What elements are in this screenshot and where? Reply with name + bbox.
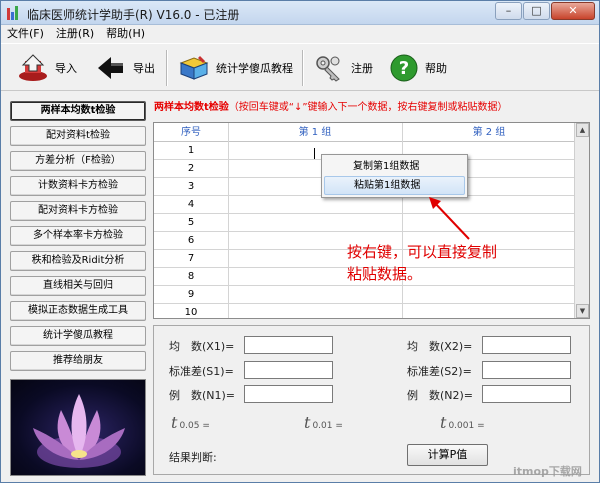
- input-hint: （按回车键或“↓”键输入下一个数据，按右键复制或粘贴数据）: [228, 102, 508, 113]
- mean1-field[interactable]: [244, 336, 333, 354]
- menu-bar: 文件(F) 注册(R) 帮助(H): [1, 25, 599, 43]
- export-button[interactable]: 导出: [95, 50, 155, 86]
- grid-scrollbar[interactable]: ▲ ▼: [574, 123, 589, 318]
- tutorial-button[interactable]: 统计学傻瓜教程: [178, 50, 293, 86]
- row-index: 1: [187, 145, 195, 156]
- column-header-group1: 第 1 组: [228, 123, 402, 142]
- table-row[interactable]: 10: [154, 304, 576, 318]
- copy-group1-menu-item[interactable]: 复制第1组数据: [324, 157, 465, 176]
- export-icon: [98, 57, 123, 79]
- nav-paired-chi-square[interactable]: 配对资料卡方检验: [10, 201, 146, 221]
- register-button[interactable]: 注册: [313, 50, 373, 86]
- section-heading: 两样本均数t检验（按回车键或“↓”键输入下一个数据，按右键复制或粘贴数据）: [154, 98, 590, 115]
- column-header-index: 序号: [154, 123, 228, 142]
- column-header-group2: 第 2 组: [402, 123, 576, 142]
- site-watermark: itmop下载网: [513, 465, 582, 478]
- scroll-down-icon[interactable]: ▼: [576, 304, 589, 318]
- table-row[interactable]: 5: [154, 214, 576, 232]
- export-label: 导出: [133, 62, 155, 75]
- row-index: 4: [187, 199, 195, 210]
- t0001-label: t 0.001 =: [440, 413, 485, 432]
- nav-chi-square[interactable]: 计数资料卡方检验: [10, 176, 146, 196]
- app-icon: [7, 6, 21, 20]
- nav-correlation-regression[interactable]: 直线相关与回归: [10, 276, 146, 296]
- title-bar[interactable]: 临床医师统计学助手(R) V16.0 - 已注册 – □ ✕: [1, 1, 599, 25]
- annotation-text: 按右键，可以直接复制 粘贴数据。: [347, 241, 497, 285]
- scroll-up-icon[interactable]: ▲: [576, 123, 589, 137]
- table-row[interactable]: 9: [154, 286, 576, 304]
- close-button[interactable]: ✕: [551, 2, 595, 20]
- menu-help[interactable]: 帮助(H): [100, 25, 151, 43]
- menu-file[interactable]: 文件(F): [1, 25, 50, 43]
- result-label: 结果判断:: [169, 451, 217, 464]
- row-index: 8: [187, 271, 195, 282]
- import-icon: [19, 54, 47, 81]
- row-index: 6: [187, 235, 195, 246]
- t005-label: t 0.05 =: [171, 413, 210, 432]
- mean2-label: 均 数(X2)=: [407, 340, 473, 353]
- annotation-arrow-icon: [429, 197, 470, 240]
- book-icon: [179, 56, 209, 80]
- row-index: 10: [184, 307, 198, 318]
- help-button[interactable]: ? 帮助: [389, 50, 447, 86]
- n2-label: 例 数(N2)=: [407, 389, 474, 402]
- mean1-label: 均 数(X1)=: [169, 340, 235, 353]
- sd1-field[interactable]: [244, 361, 333, 379]
- sd2-label: 标准差(S2)=: [407, 365, 472, 378]
- test-nav-panel: 两样本均数t检验 配对资料t检验 方差分析（F检验） 计数资料卡方检验 配对资料…: [10, 98, 146, 371]
- toolbar: 导入 导出 统计学傻瓜教程 注册 ? 帮助: [1, 43, 599, 91]
- nav-tutorial[interactable]: 统计学傻瓜教程: [10, 326, 146, 346]
- tutorial-label: 统计学傻瓜教程: [216, 62, 293, 75]
- annotation-line-2: 粘贴数据。: [347, 265, 423, 283]
- t001-label: t 0.01 =: [304, 413, 343, 432]
- text-cursor: [314, 148, 315, 159]
- window-controls: – □ ✕: [494, 2, 595, 21]
- nav-normal-data-generator[interactable]: 模拟正态数据生成工具: [10, 301, 146, 321]
- maximize-button[interactable]: □: [523, 2, 550, 20]
- toolbar-separator: [166, 50, 168, 86]
- annotation-line-1: 按右键，可以直接复制: [347, 243, 498, 261]
- minimize-button[interactable]: –: [495, 2, 522, 20]
- lotus-image: [10, 379, 146, 476]
- n2-field[interactable]: [482, 385, 571, 403]
- nav-paired-t-test[interactable]: 配对资料t检验: [10, 126, 146, 146]
- sd1-label: 标准差(S1)=: [169, 365, 234, 378]
- row-index: 5: [187, 217, 195, 228]
- nav-recommend[interactable]: 推荐给朋友: [10, 351, 146, 371]
- window-title: 临床医师统计学助手(R) V16.0 - 已注册: [27, 8, 240, 22]
- test-title: 两样本均数t检验: [154, 102, 229, 113]
- row-index: 2: [187, 163, 195, 174]
- import-button[interactable]: 导入: [17, 50, 77, 86]
- row-index: 3: [187, 181, 195, 192]
- help-glyph: ?: [399, 58, 409, 79]
- table-row[interactable]: 4: [154, 196, 576, 214]
- help-icon: ?: [390, 54, 418, 82]
- menu-register[interactable]: 注册(R): [50, 25, 100, 43]
- sd2-field[interactable]: [482, 361, 571, 379]
- nav-rank-sum-ridit[interactable]: 秩和检验及Ridit分析: [10, 251, 146, 271]
- import-label: 导入: [55, 62, 77, 75]
- help-label: 帮助: [425, 62, 447, 75]
- column-divider: [228, 123, 229, 318]
- data-grid[interactable]: 序号 第 1 组 第 2 组 1 2 3 4 5 6 7 8 9 10 ▲ ▼: [153, 122, 590, 319]
- register-label: 注册: [351, 62, 373, 75]
- nav-anova[interactable]: 方差分析（F检验）: [10, 151, 146, 171]
- n1-field[interactable]: [244, 385, 333, 403]
- nav-multi-rate-chi-square[interactable]: 多个样本率卡方检验: [10, 226, 146, 246]
- nav-two-sample-t-test[interactable]: 两样本均数t检验: [10, 101, 146, 121]
- app-window: 临床医师统计学助手(R) V16.0 - 已注册 – □ ✕ 文件(F) 注册(…: [0, 0, 600, 483]
- calculate-p-button[interactable]: 计算P值: [407, 444, 488, 466]
- key-icon: [316, 56, 340, 82]
- row-index: 9: [187, 289, 195, 300]
- toolbar-separator: [302, 50, 304, 86]
- row-index: 7: [187, 253, 195, 264]
- n1-label: 例 数(N1)=: [169, 389, 236, 402]
- mean2-field[interactable]: [482, 336, 571, 354]
- column-divider: [402, 123, 403, 318]
